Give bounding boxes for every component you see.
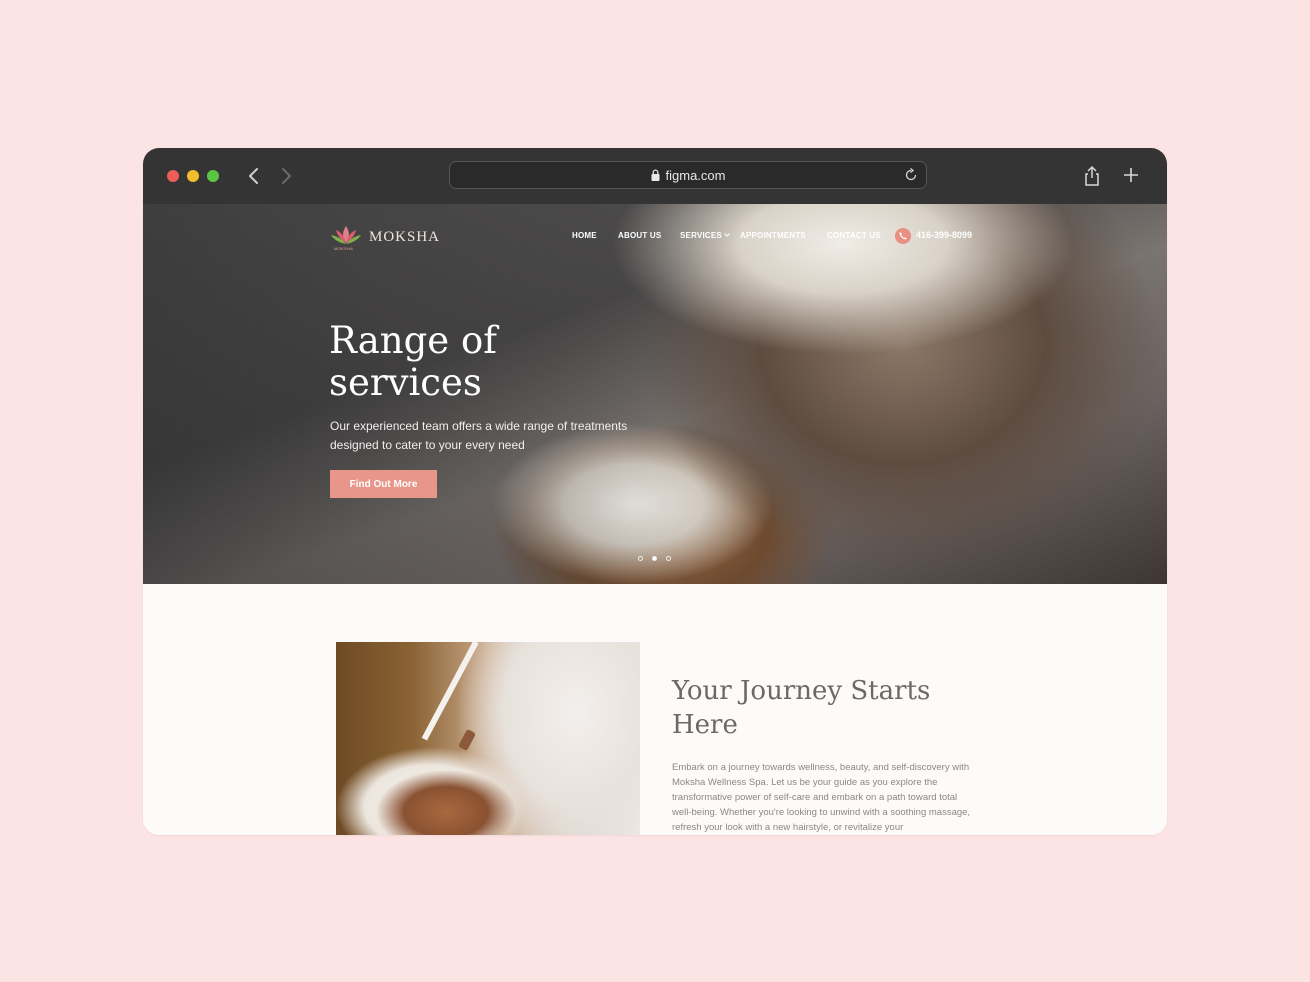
hero-banner: MOKSHA MOKSHA HOME ABOUT US SERVICES APP… [143,204,1167,584]
brush-tip [457,728,477,752]
carousel-dot-2[interactable] [652,556,657,561]
nav-about-us[interactable]: ABOUT US [618,231,661,240]
chevron-down-icon [724,233,730,237]
journey-section: Your Journey Starts Here Embark on a jou… [143,584,1167,835]
forward-arrow-icon[interactable] [275,165,297,187]
nav-services-label: SERVICES [680,231,722,240]
close-window-button[interactable] [167,170,179,182]
address-bar[interactable]: figma.com [449,161,927,189]
nav-home[interactable]: HOME [572,231,597,240]
phone-icon [895,228,911,244]
share-icon[interactable] [1083,165,1101,187]
browser-window: figma.com MOKSHA MOKSHA HOME ABOUT US SE… [143,148,1167,835]
browser-toolbar: figma.com [143,148,1167,204]
zoom-window-button[interactable] [207,170,219,182]
carousel-dot-3[interactable] [666,556,671,561]
back-arrow-icon[interactable] [243,165,265,187]
hero-subtitle: Our experienced team offers a wide range… [330,419,628,452]
find-out-more-button[interactable]: Find Out More [330,470,437,498]
logo-mark-caption: MOKSHA [334,246,354,251]
hero-title-line-2: services [329,361,482,404]
lock-icon [651,169,660,181]
hero-title-line-1: Range of [329,319,497,362]
carousel-dot-1[interactable] [638,556,643,561]
nav-services[interactable]: SERVICES [680,231,730,240]
minimize-window-button[interactable] [187,170,199,182]
phone-number: 416-399-8099 [916,230,973,240]
site-logo[interactable]: MOKSHA MOKSHA [329,222,439,256]
url-display: figma.com [450,168,926,183]
url-text: figma.com [665,168,726,183]
facial-treatment-image [336,642,640,835]
journey-body: Embark on a journey towards wellness, be… [672,762,971,833]
reload-icon[interactable] [904,168,918,182]
hero-title: Range of services [329,320,629,404]
nav-contact-us[interactable]: CONTACT US [827,231,881,240]
brush-handle [421,642,479,741]
logo-wordmark: MOKSHA [369,229,441,245]
new-tab-icon[interactable] [1123,167,1139,183]
journey-title: Your Journey Starts Here [672,676,931,740]
nav-appointments[interactable]: APPOINTMENTS [740,231,806,240]
